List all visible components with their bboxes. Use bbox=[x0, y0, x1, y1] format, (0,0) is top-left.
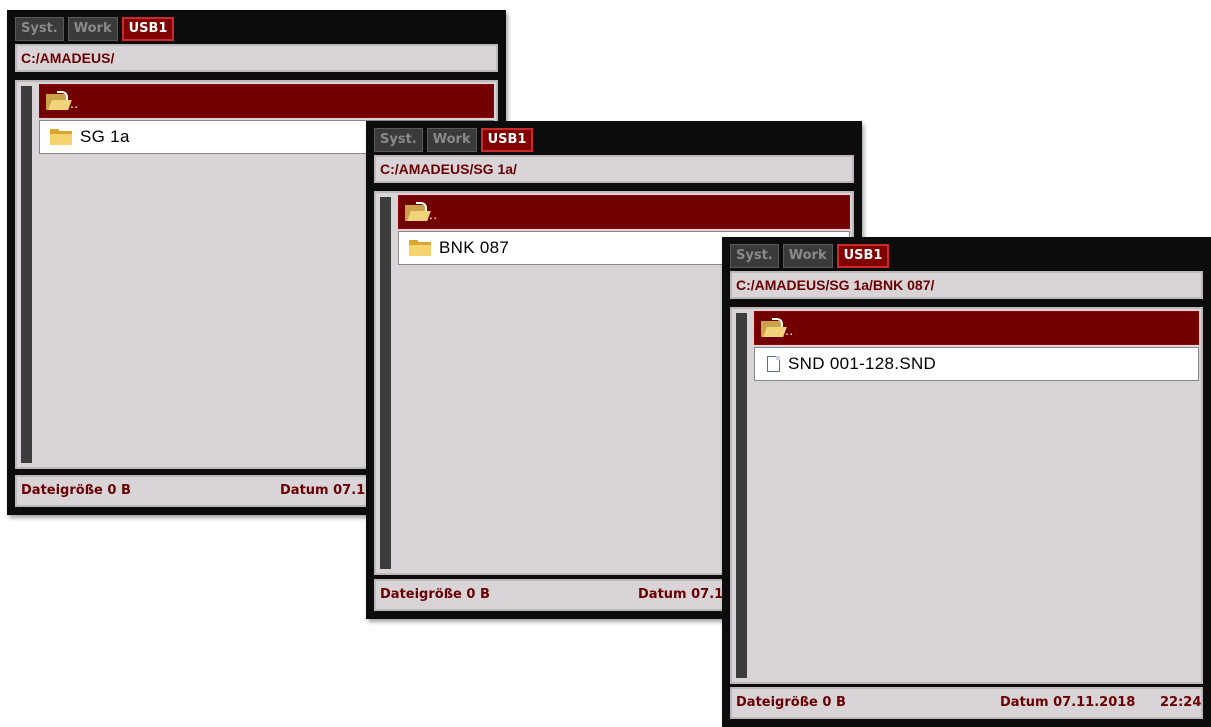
current-path: C:/AMADEUS/SG 1a/ bbox=[374, 155, 854, 183]
parent-directory-label: .. bbox=[429, 206, 438, 222]
tab-usb1[interactable]: USB1 bbox=[480, 128, 534, 152]
current-path: C:/AMADEUS/SG 1a/BNK 087/ bbox=[730, 271, 1203, 299]
tab-syst[interactable]: Syst. bbox=[15, 17, 64, 41]
file-size: Dateigröße 0 B bbox=[736, 695, 846, 710]
open-folder-up-icon bbox=[46, 91, 72, 111]
file-date: Datum 07.11.2018 bbox=[1000, 695, 1136, 710]
file-size: Dateigröße 0 B bbox=[380, 587, 490, 602]
file-icon bbox=[767, 356, 780, 372]
parent-directory-row[interactable]: .. bbox=[754, 311, 1199, 345]
list-item[interactable]: SND 001-128.SND bbox=[754, 347, 1199, 381]
tab-usb1[interactable]: USB1 bbox=[121, 17, 175, 41]
file-date: Datum 07.1 bbox=[638, 587, 724, 602]
file-time: 22:24 bbox=[1160, 695, 1202, 710]
file-browser-panel-3: Syst. Work USB1 C:/AMADEUS/SG 1a/BNK 087… bbox=[722, 237, 1211, 727]
file-size: Dateigröße 0 B bbox=[21, 483, 131, 498]
tab-bar: Syst. Work USB1 bbox=[730, 244, 890, 268]
tab-work[interactable]: Work bbox=[426, 128, 477, 152]
parent-directory-row[interactable]: .. bbox=[39, 84, 494, 118]
file-list: .. SND 001-128.SND bbox=[730, 307, 1203, 684]
scrollbar[interactable] bbox=[736, 313, 747, 678]
file-date: Datum 07.1 bbox=[280, 483, 366, 498]
tab-syst[interactable]: Syst. bbox=[730, 244, 779, 268]
scrollbar[interactable] bbox=[21, 86, 32, 463]
open-folder-up-icon bbox=[761, 318, 787, 338]
parent-directory-row[interactable]: .. bbox=[398, 195, 850, 229]
list-item-label: SG 1a bbox=[80, 127, 130, 146]
list-item-label: BNK 087 bbox=[439, 238, 510, 257]
tab-syst[interactable]: Syst. bbox=[374, 128, 423, 152]
parent-directory-label: .. bbox=[785, 322, 794, 338]
tab-work[interactable]: Work bbox=[782, 244, 833, 268]
status-bar: Dateigröße 0 B Datum 07.11.2018 22:24 bbox=[730, 687, 1203, 719]
tab-bar: Syst. Work USB1 bbox=[374, 128, 534, 152]
tab-work[interactable]: Work bbox=[67, 17, 118, 41]
tab-usb1[interactable]: USB1 bbox=[836, 244, 890, 268]
scrollbar[interactable] bbox=[380, 197, 391, 569]
current-path: C:/AMADEUS/ bbox=[15, 44, 498, 72]
folder-icon bbox=[409, 240, 431, 256]
open-folder-up-icon bbox=[405, 202, 431, 222]
parent-directory-label: .. bbox=[70, 95, 79, 111]
list-item-label: SND 001-128.SND bbox=[788, 354, 937, 373]
folder-icon bbox=[50, 129, 72, 145]
tab-bar: Syst. Work USB1 bbox=[15, 17, 175, 41]
